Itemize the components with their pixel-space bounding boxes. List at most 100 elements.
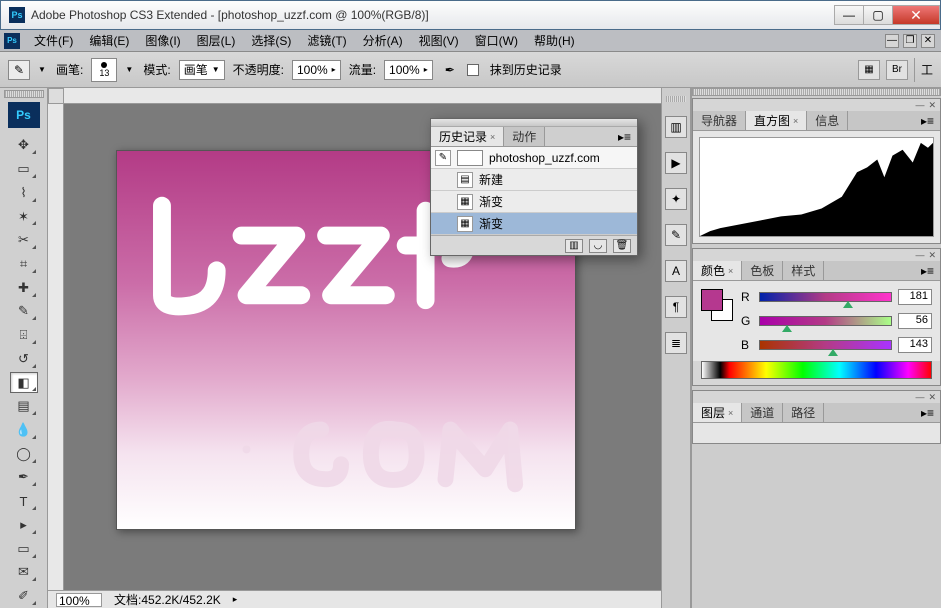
tool-preset-dropdown[interactable]: ▼ xyxy=(38,65,48,74)
slice-tool[interactable]: ⌗ xyxy=(10,253,38,275)
erase-history-checkbox[interactable] xyxy=(467,64,479,76)
fg-color-swatch[interactable] xyxy=(701,289,723,311)
panel-close-icon[interactable]: ✕ xyxy=(928,392,936,403)
palette-well-button[interactable]: ▦ xyxy=(858,60,880,80)
notes-tool[interactable]: ✉ xyxy=(10,562,38,584)
airbrush-button[interactable]: ✒ xyxy=(441,61,459,79)
dock-paragraph-icon[interactable]: ¶ xyxy=(665,296,687,318)
brush-tool[interactable]: ✎ xyxy=(10,301,38,323)
dock-character-icon[interactable]: A xyxy=(665,260,687,282)
history-brush-source-icon[interactable]: ✎ xyxy=(435,150,451,166)
bridge-button[interactable]: Br xyxy=(886,60,908,80)
panel-menu-icon[interactable]: ▸≡ xyxy=(612,127,637,146)
new-snapshot-button[interactable]: ◡ xyxy=(589,239,607,253)
dock-tool-presets-icon[interactable]: ✦ xyxy=(665,188,687,210)
eyedropper-tool[interactable]: ✐ xyxy=(10,585,38,607)
history-step-row[interactable]: ▦ 渐变 xyxy=(431,213,637,235)
menu-image[interactable]: 图像(I) xyxy=(137,30,188,51)
maximize-button[interactable]: ▢ xyxy=(863,5,893,25)
panel-close-icon[interactable]: ✕ xyxy=(928,100,936,111)
menu-select[interactable]: 选择(S) xyxy=(243,30,299,51)
tab-info[interactable]: 信息 xyxy=(807,111,848,130)
toolbox-gripper[interactable] xyxy=(4,90,44,98)
flow-combo[interactable]: 100%▸ xyxy=(384,60,433,80)
color-spectrum[interactable] xyxy=(701,361,932,379)
gradient-tool[interactable]: ▤ xyxy=(10,395,38,417)
doc-restore-button[interactable]: ❐ xyxy=(903,34,917,48)
history-panel-floating[interactable]: 历史记录× 动作 ▸≡ ✎ photoshop_uzzf.com ▤ 新建 ▦ … xyxy=(430,118,638,256)
eraser-tool[interactable]: ◧ xyxy=(10,372,38,394)
menu-analysis[interactable]: 分析(A) xyxy=(355,30,411,51)
minimize-button[interactable]: — xyxy=(834,5,864,25)
b-slider[interactable] xyxy=(759,340,892,350)
tab-close-icon[interactable]: × xyxy=(728,266,733,276)
tab-navigator[interactable]: 导航器 xyxy=(693,111,746,130)
lasso-tool[interactable]: ⌇ xyxy=(10,182,38,204)
blur-tool[interactable]: 💧 xyxy=(10,419,38,441)
tab-history[interactable]: 历史记录× xyxy=(431,127,504,146)
current-tool-icon[interactable]: ✎ xyxy=(8,60,30,80)
menu-view[interactable]: 视图(V) xyxy=(411,30,467,51)
tab-swatches[interactable]: 色板 xyxy=(742,261,783,280)
dock-layer-comps-icon[interactable]: ≣ xyxy=(665,332,687,354)
healing-tool[interactable]: ✚ xyxy=(10,277,38,299)
history-panel-gripper[interactable] xyxy=(431,119,637,127)
marquee-tool[interactable]: ▭ xyxy=(10,158,38,180)
move-tool[interactable]: ✥ xyxy=(10,135,38,157)
ruler-horizontal[interactable] xyxy=(64,88,661,104)
tab-actions[interactable]: 动作 xyxy=(504,127,545,146)
doc-minimize-button[interactable]: — xyxy=(885,34,899,48)
panel-close-icon[interactable]: ✕ xyxy=(928,250,936,261)
mode-combo[interactable]: 画笔▼ xyxy=(179,60,225,80)
menu-filter[interactable]: 滤镜(T) xyxy=(299,30,354,51)
dock-layers-icon[interactable]: ▥ xyxy=(665,116,687,138)
menu-edit[interactable]: 编辑(E) xyxy=(81,30,137,51)
ruler-vertical[interactable] xyxy=(48,104,64,590)
tab-channels[interactable]: 通道 xyxy=(742,403,783,422)
panel-menu-icon[interactable]: ▸≡ xyxy=(915,403,940,422)
dock-gripper[interactable] xyxy=(666,96,686,102)
path-select-tool[interactable]: ▸ xyxy=(10,514,38,536)
status-arrow-icon[interactable]: ▸ xyxy=(233,594,238,605)
tab-color[interactable]: 颜色× xyxy=(693,261,742,280)
zoom-input[interactable]: 100% xyxy=(56,593,102,607)
history-snapshot-row[interactable]: ✎ photoshop_uzzf.com xyxy=(431,147,637,169)
g-slider[interactable] xyxy=(759,316,892,326)
menu-help[interactable]: 帮助(H) xyxy=(526,30,583,51)
type-tool[interactable]: T xyxy=(10,490,38,512)
delete-state-button[interactable]: 🗑 xyxy=(613,239,631,253)
dodge-tool[interactable]: ◯ xyxy=(10,443,38,465)
opacity-combo[interactable]: 100%▸ xyxy=(292,60,341,80)
menu-layer[interactable]: 图层(L) xyxy=(189,30,244,51)
panel-minimize-icon[interactable]: — xyxy=(915,392,924,402)
pen-tool[interactable]: ✒ xyxy=(10,467,38,489)
tab-close-icon[interactable]: × xyxy=(793,116,798,126)
panel-gripper[interactable] xyxy=(692,88,941,96)
new-doc-from-state-button[interactable]: ▥ xyxy=(565,239,583,253)
menu-window[interactable]: 窗口(W) xyxy=(467,30,526,51)
history-step-row[interactable]: ▦ 渐变 xyxy=(431,191,637,213)
stamp-tool[interactable]: ⌹ xyxy=(10,324,38,346)
tab-close-icon[interactable]: × xyxy=(490,132,495,142)
tab-histogram[interactable]: 直方图× xyxy=(746,111,807,130)
panel-minimize-icon[interactable]: — xyxy=(915,250,924,260)
fg-bg-swatch[interactable] xyxy=(701,289,733,321)
r-value[interactable]: 181 xyxy=(898,289,932,305)
panel-minimize-icon[interactable]: — xyxy=(915,100,924,110)
shape-tool[interactable]: ▭ xyxy=(10,538,38,560)
tab-paths[interactable]: 路径 xyxy=(783,403,824,422)
dock-actions-icon[interactable]: ▶ xyxy=(665,152,687,174)
doc-close-button[interactable]: ✕ xyxy=(921,34,935,48)
panel-menu-icon[interactable]: ▸≡ xyxy=(915,261,940,280)
g-value[interactable]: 56 xyxy=(898,313,932,329)
history-step-row[interactable]: ▤ 新建 xyxy=(431,169,637,191)
tab-close-icon[interactable]: × xyxy=(728,408,733,418)
close-button[interactable]: ✕ xyxy=(892,5,940,25)
magic-wand-tool[interactable]: ✶ xyxy=(10,206,38,228)
tab-styles[interactable]: 样式 xyxy=(783,261,824,280)
menu-file[interactable]: 文件(F) xyxy=(26,30,81,51)
brush-dropdown[interactable]: ▼ xyxy=(125,65,135,74)
workspace-label[interactable]: 工 xyxy=(921,61,933,78)
b-value[interactable]: 143 xyxy=(898,337,932,353)
tab-layers[interactable]: 图层× xyxy=(693,403,742,422)
